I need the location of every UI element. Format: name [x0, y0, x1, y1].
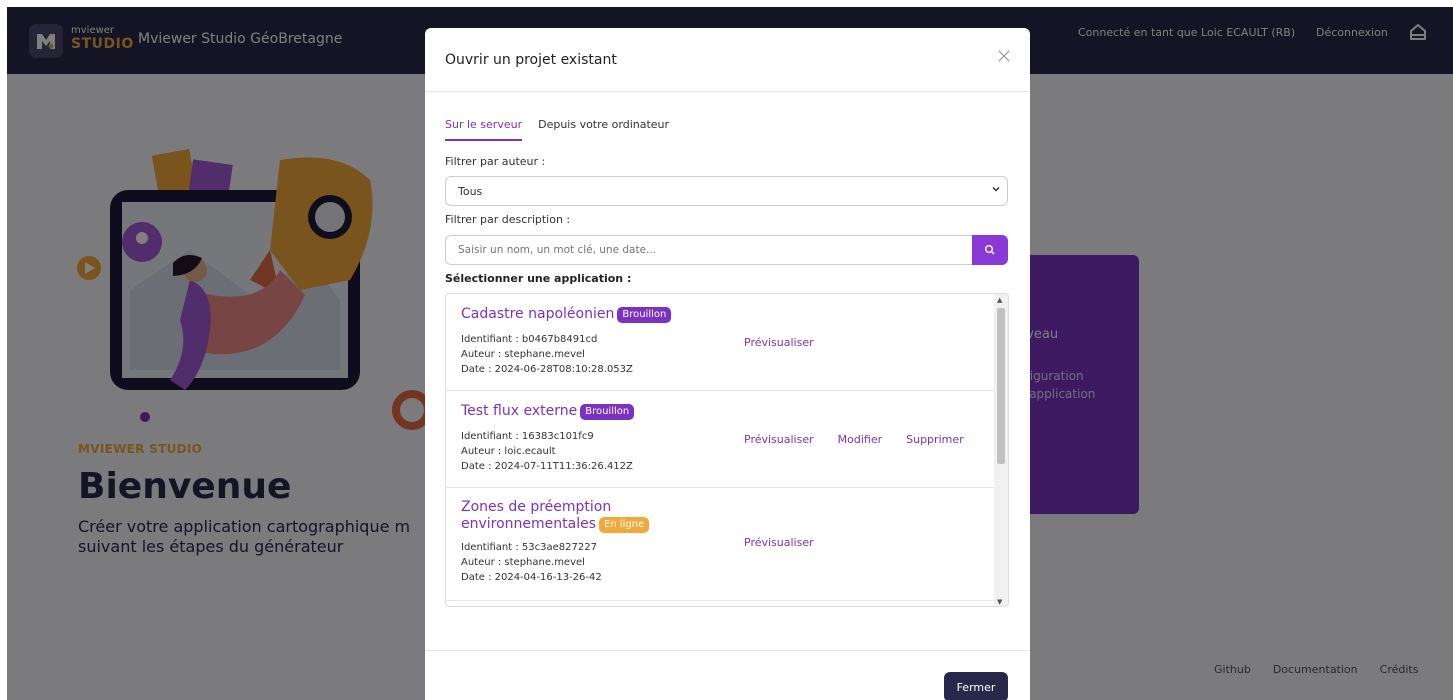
scrollbar-thumb[interactable] — [997, 308, 1005, 464]
app-author: Auteur : stephane.mevel — [461, 349, 585, 360]
search-icon — [985, 245, 995, 255]
app-identifier: Identifiant : b0467b8491cd — [461, 334, 598, 345]
modal-title: Ouvrir un projet existant — [445, 52, 617, 68]
close-icon[interactable] — [998, 48, 1010, 66]
close-button[interactable]: Fermer — [944, 672, 1008, 700]
source-tabs: Sur le serveur Depuis votre ordinateur — [445, 118, 669, 141]
description-search — [445, 235, 1008, 265]
list-item[interactable]: Cadastre napoléonien Brouillon Identifian… — [446, 294, 996, 391]
app-date: Date : 2024-06-28T08:10:28.053Z — [461, 364, 633, 375]
app-author: Auteur : stephane.mevel — [461, 557, 585, 568]
preview-link[interactable]: Prévisualiser — [744, 336, 814, 349]
description-search-input[interactable] — [445, 235, 972, 265]
app-meta: Identifiant : 53c3ae827227 Auteur : step… — [461, 540, 602, 585]
status-badge: Brouillon — [617, 307, 672, 323]
app-date: Date : 2024-07-11T11:36:26.412Z — [461, 461, 633, 472]
description-filter-label: Filtrer par description : — [445, 213, 571, 226]
tab-server[interactable]: Sur le serveur — [445, 118, 523, 141]
preview-link[interactable]: Prévisualiser — [744, 536, 814, 549]
modal-header: Ouvrir un projet existant — [425, 28, 1030, 92]
app-title-link[interactable]: Zones de préemption environnementales En … — [461, 499, 650, 533]
app-title-text: Test flux externe — [461, 403, 578, 419]
open-project-modal: Ouvrir un projet existant Sur le serveur… — [425, 28, 1030, 700]
preview-link[interactable]: Prévisualiser — [744, 433, 814, 446]
search-button[interactable] — [972, 235, 1008, 265]
modal-footer: Fermer — [425, 650, 1030, 700]
application-list: Cadastre napoléonien Brouillon Identifian… — [445, 293, 1009, 607]
left-edge — [0, 0, 7, 700]
app-date: Date : 2024-04-16-13-26-42 — [461, 572, 602, 583]
tab-computer[interactable]: Depuis votre ordinateur — [538, 118, 669, 141]
app-title-line-2: environnementales — [461, 516, 597, 532]
app-title-text: Cadastre napoléonien — [461, 306, 615, 322]
app-identifier: Identifiant : 53c3ae827227 — [461, 542, 597, 553]
status-badge: En ligne — [599, 517, 650, 533]
app-actions: Prévisualiser Modifier Supprimer — [744, 433, 964, 446]
author-filter-value: Tous — [458, 185, 483, 198]
app-frame: mviewer STUDIO Mviewer Studio GéoBretagn… — [0, 0, 1453, 700]
select-app-label: Sélectionner une application : — [445, 272, 632, 285]
author-filter-label: Filtrer par auteur : — [445, 155, 546, 168]
app-author: Auteur : loic.ecault — [461, 446, 556, 457]
chevron-down-icon — [991, 184, 1001, 197]
app-actions: Prévisualiser — [744, 336, 814, 349]
list-scrollbar[interactable]: ▲ ▼ — [994, 294, 1008, 606]
top-edge — [0, 0, 1453, 7]
delete-link[interactable]: Supprimer — [906, 433, 964, 446]
list-item[interactable]: Test flux externe Brouillon Identifiant :… — [446, 391, 996, 488]
status-badge: Brouillon — [580, 404, 635, 420]
edit-link[interactable]: Modifier — [838, 433, 882, 446]
author-filter-select[interactable]: Tous — [445, 176, 1008, 206]
app-identifier: Identifiant : 16383c101fc9 — [461, 431, 594, 442]
scroll-down-icon[interactable]: ▼ — [997, 598, 1002, 606]
app-title-link[interactable]: Test flux externe Brouillon — [461, 403, 635, 420]
list-item[interactable]: Zones de préemption environnementales En … — [446, 488, 996, 601]
app-meta: Identifiant : 16383c101fc9 Auteur : loic… — [461, 429, 633, 474]
scroll-up-icon[interactable]: ▲ — [997, 296, 1002, 304]
app-meta: Identifiant : b0467b8491cd Auteur : step… — [461, 332, 633, 377]
app-title-line-1: Zones de préemption — [461, 499, 612, 515]
app-actions: Prévisualiser — [744, 536, 814, 549]
app-title-link[interactable]: Cadastre napoléonien Brouillon — [461, 306, 672, 323]
